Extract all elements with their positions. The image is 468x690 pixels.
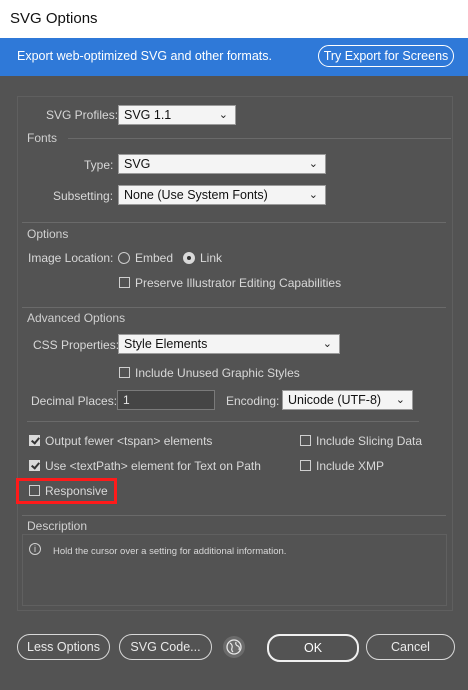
try-export-for-screens-button[interactable]: Try Export for Screens: [318, 45, 454, 67]
include-xmp-label[interactable]: Include XMP: [316, 459, 384, 473]
use-textpath-checkbox[interactable]: [29, 460, 40, 471]
globe-icon[interactable]: [223, 636, 245, 658]
responsive-checkbox[interactable]: [29, 485, 40, 496]
responsive-label[interactable]: Responsive: [45, 484, 108, 498]
preserve-editing-checkbox[interactable]: [119, 277, 130, 288]
include-slicing-data-label[interactable]: Include Slicing Data: [316, 434, 422, 448]
preserve-editing-label[interactable]: Preserve Illustrator Editing Capabilitie…: [135, 276, 341, 290]
description-box: [22, 534, 447, 606]
type-label: Type:: [84, 158, 114, 172]
subsetting-select[interactable]: None (Use System Fonts) ⌄: [118, 185, 326, 205]
less-options-button[interactable]: Less Options: [17, 634, 110, 660]
subsetting-value: None (Use System Fonts): [124, 188, 268, 202]
export-banner: Export web-optimized SVG and other forma…: [0, 38, 468, 76]
chevron-down-icon: ⌄: [395, 394, 405, 406]
encoding-value: Unicode (UTF-8): [288, 393, 382, 407]
subsetting-label: Subsetting:: [53, 189, 114, 203]
output-fewer-tspan-checkbox[interactable]: [29, 435, 40, 446]
decimal-places-value: 1: [123, 393, 130, 407]
description-section-title: Description: [27, 519, 88, 533]
chevron-down-icon: ⌄: [308, 189, 318, 201]
options-section-title: Options: [27, 227, 69, 241]
chevron-down-icon: ⌄: [322, 338, 332, 350]
window-title: SVG Options: [10, 10, 98, 27]
advanced-mid-divider: [27, 421, 419, 422]
css-properties-label: CSS Properties:: [33, 338, 120, 352]
embed-radio[interactable]: [118, 252, 130, 264]
output-fewer-tspan-label[interactable]: Output fewer <tspan> elements: [45, 434, 212, 448]
encoding-select[interactable]: Unicode (UTF-8) ⌄: [282, 390, 413, 410]
fonts-section-title: Fonts: [27, 131, 58, 145]
description-divider: [22, 515, 446, 516]
advanced-top-divider: [22, 307, 446, 308]
svg-code-button[interactable]: SVG Code...: [119, 634, 212, 660]
css-properties-select[interactable]: Style Elements ⌄: [118, 334, 340, 354]
font-type-select[interactable]: SVG ⌄: [118, 154, 326, 174]
description-text: Hold the cursor over a setting for addit…: [53, 546, 287, 557]
css-properties-value: Style Elements: [124, 337, 208, 351]
link-label[interactable]: Link: [200, 251, 222, 265]
fonts-divider: [68, 138, 451, 139]
ok-button[interactable]: OK: [267, 634, 359, 662]
include-unused-styles-label[interactable]: Include Unused Graphic Styles: [135, 366, 300, 380]
use-textpath-label[interactable]: Use <textPath> element for Text on Path: [45, 459, 261, 473]
svg-profiles-select[interactable]: SVG 1.1 ⌄: [118, 105, 236, 125]
embed-label[interactable]: Embed: [135, 251, 173, 265]
decimal-places-input[interactable]: 1: [117, 390, 215, 410]
info-icon: i: [29, 543, 41, 555]
include-xmp-checkbox[interactable]: [300, 460, 311, 471]
svg-profiles-label: SVG Profiles:: [46, 108, 119, 122]
title-bar: SVG Options: [0, 0, 468, 39]
cancel-button[interactable]: Cancel: [366, 634, 455, 660]
options-section-frame: [22, 222, 446, 223]
chevron-down-icon: ⌄: [218, 109, 228, 121]
svg-profiles-value: SVG 1.1: [124, 108, 172, 122]
encoding-label: Encoding:: [226, 394, 280, 408]
font-type-value: SVG: [124, 157, 151, 171]
include-slicing-data-checkbox[interactable]: [300, 435, 311, 446]
advanced-section-title: Advanced Options: [27, 311, 126, 325]
image-location-label: Image Location:: [28, 251, 114, 265]
include-unused-styles-checkbox[interactable]: [119, 367, 130, 378]
globe-icon-graphic: [226, 639, 242, 655]
link-radio[interactable]: [183, 252, 195, 264]
chevron-down-icon: ⌄: [308, 158, 318, 170]
decimal-places-label: Decimal Places:: [31, 394, 118, 408]
banner-message: Export web-optimized SVG and other forma…: [17, 49, 272, 63]
